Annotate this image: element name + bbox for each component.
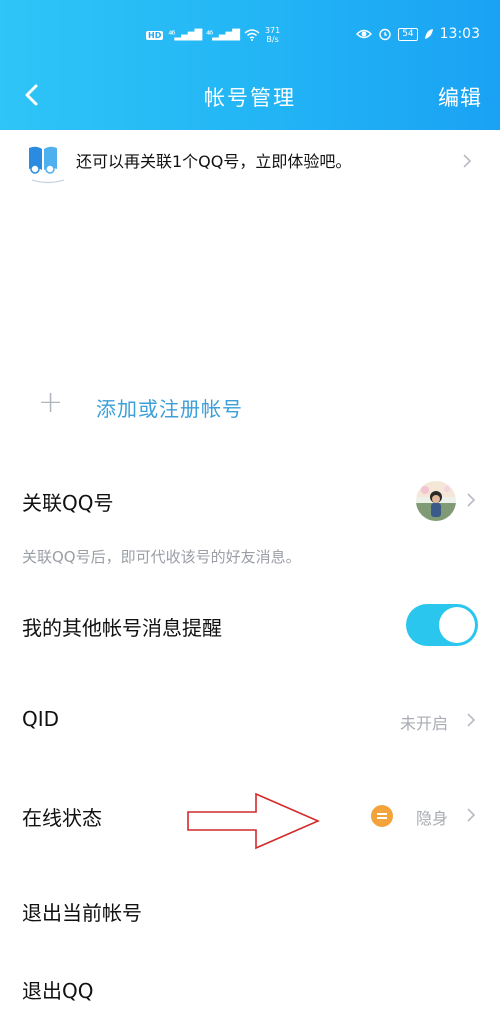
net-speed-unit: B/s [266,35,279,44]
chevron-right-icon [467,493,476,507]
leaf-icon [424,29,433,39]
toggle-knob [439,607,475,643]
logout-current-label: 退出当前帐号 [22,901,142,925]
page-title: 帐号管理 [204,86,296,110]
linked-qq-label: 关联QQ号 [22,491,114,515]
other-account-alerts-toggle[interactable] [406,604,478,646]
plus-icon: + [38,385,64,420]
promo-accent [31,179,65,184]
other-account-alerts-label: 我的其他帐号消息提醒 [22,616,222,640]
add-account-label: 添加或注册帐号 [96,397,243,421]
signal-1-label: ⁴⁶ [168,29,175,41]
linked-qq-hint: 关联QQ号后，即可代收该号的好友消息。 [22,548,301,566]
nav-bar: 帐号管理 编辑 [0,70,500,122]
qid-value: 未开启 [399,714,448,733]
online-status-value: 隐身 [415,809,448,828]
wifi-icon [244,29,260,41]
alarm-icon [379,28,391,41]
signal-2-label: ⁴⁶ [206,29,213,41]
online-status-label: 在线状态 [22,806,102,830]
chevron-right-icon [463,154,472,168]
exit-qq-label: 退出QQ [22,979,94,1003]
net-speed-value: 371 [264,26,281,35]
link-account-promo[interactable]: 还可以再关联1个QQ号，立即体验吧。 [0,130,500,192]
signal-icon: ⁴⁶▂▄▆█ [168,29,202,41]
edit-button[interactable]: 编辑 [438,82,482,112]
annotation-arrow-icon [187,792,321,850]
battery-icon: 54 [398,27,418,41]
logout-current-account-button[interactable]: 退出当前帐号 [0,880,500,940]
qid-label: QID [22,707,60,731]
chevron-right-icon [467,808,476,822]
status-left: HD ⁴⁶▂▄▆█ ⁴⁶▂▄▆█ 371 B/s [146,26,280,44]
hd-badge: HD [146,30,164,40]
clock: 13:03 [439,26,480,42]
header: HD ⁴⁶▂▄▆█ ⁴⁶▂▄▆█ 371 B/s 54 13:03 帐号管理 编… [0,0,500,130]
qq-books-icon [29,146,57,174]
chevron-right-icon [467,713,476,727]
promo-text: 还可以再关联1个QQ号，立即体验吧。 [76,152,352,171]
exit-qq-button[interactable]: 退出QQ [0,958,500,1018]
avatar [416,481,456,521]
signal-icon: ⁴⁶▂▄▆█ [206,29,240,41]
eye-icon [356,29,373,39]
avatar-image [416,481,456,521]
add-account-button[interactable]: + 添加或注册帐号 [0,380,500,434]
status-right: 54 13:03 [356,26,480,42]
status-bar: HD ⁴⁶▂▄▆█ ⁴⁶▂▄▆█ 371 B/s 54 13:03 [0,22,500,52]
qid-row[interactable]: QID 未开启 [0,690,500,750]
invisible-status-icon [371,805,393,827]
network-speed: 371 B/s [265,26,280,44]
